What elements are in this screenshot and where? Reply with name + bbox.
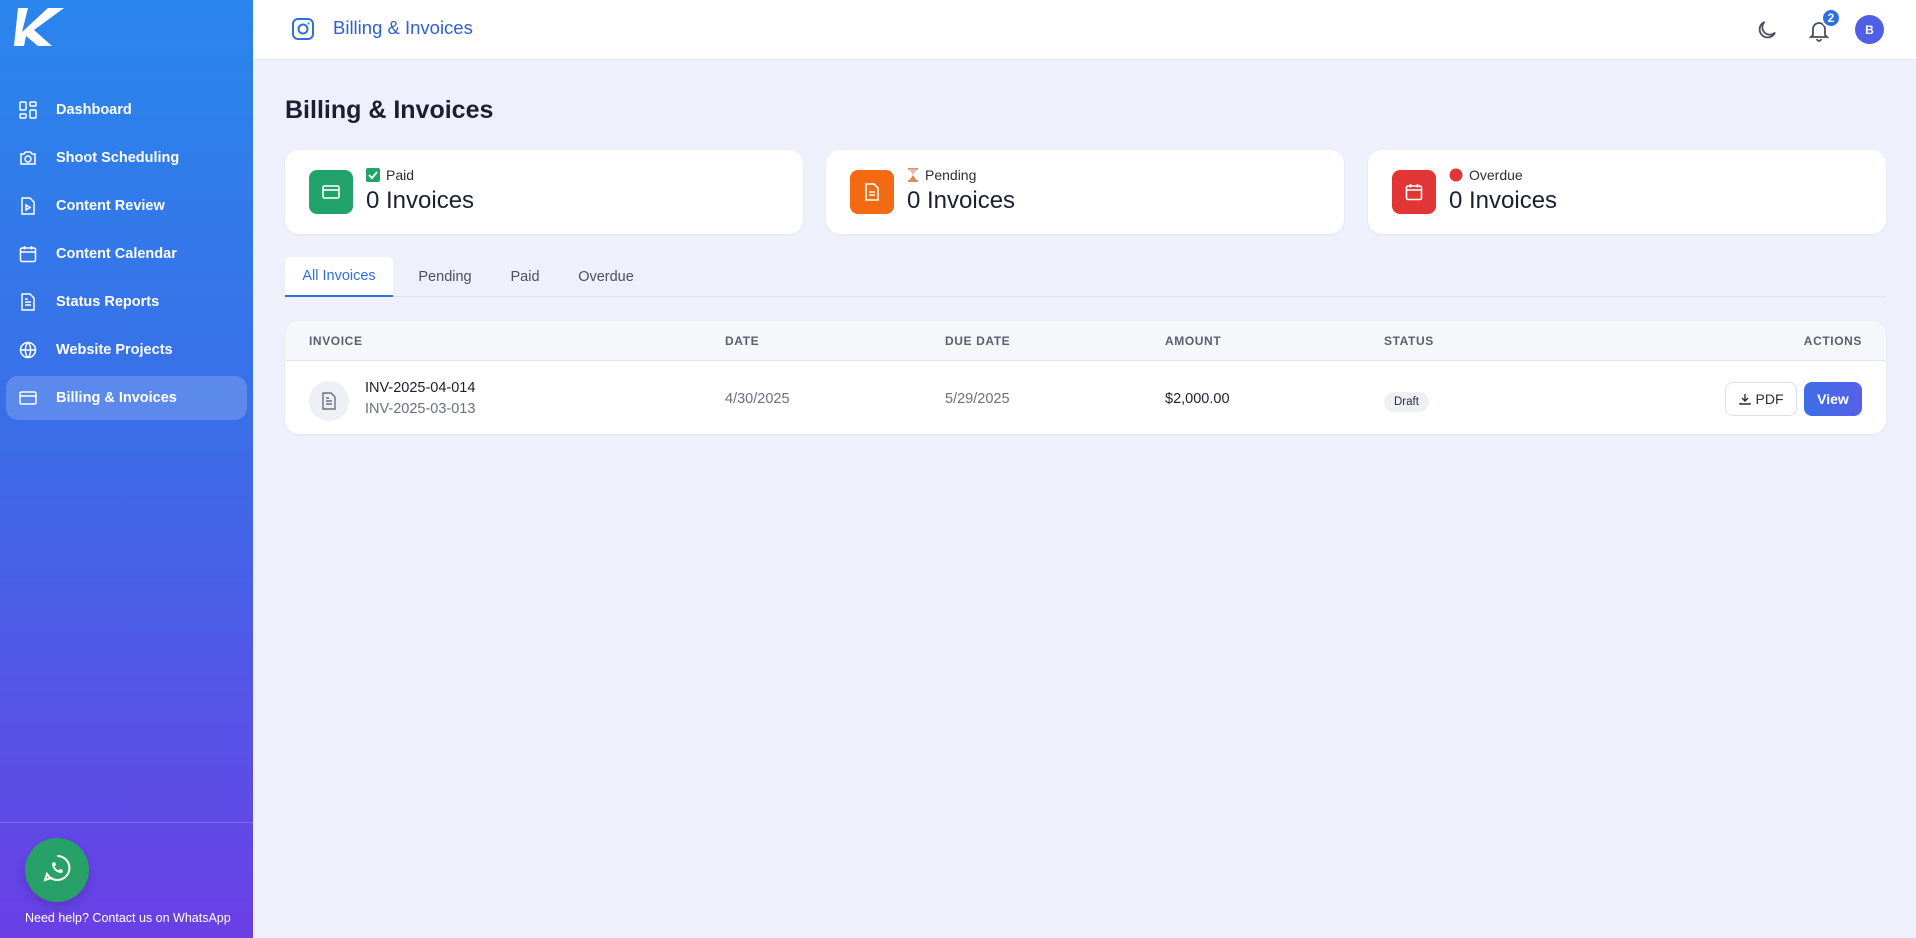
whatsapp-help-text[interactable]: Need help? Contact us on WhatsApp — [25, 911, 231, 925]
sidebar-item-label: Dashboard — [56, 102, 132, 118]
topbar: Billing & Invoices 2 B — [253, 0, 1916, 60]
globe-icon — [18, 340, 38, 360]
instagram-icon — [291, 17, 315, 41]
column-header-due-date: DUE DATE — [945, 334, 1011, 348]
sidebar-item-label: Website Projects — [56, 342, 173, 358]
sidebar-item-dashboard[interactable]: Dashboard — [6, 88, 247, 132]
pdf-button-label: PDF — [1755, 391, 1784, 407]
sidebar-item-billing-invoices[interactable]: Billing & Invoices — [6, 376, 247, 420]
invoice-due-date: 5/29/2025 — [945, 391, 1010, 407]
sidebar-item-label: Content Review — [56, 198, 165, 214]
paid-card-label: Paid — [366, 167, 414, 183]
paid-card-value: 0 Invoices — [366, 187, 475, 214]
sidebar-item-label: Content Calendar — [56, 246, 177, 262]
brand-logo[interactable] — [12, 6, 66, 50]
whatsapp-icon — [41, 852, 73, 889]
status-badge: Draft — [1384, 392, 1429, 412]
sidebar-item-content-review[interactable]: Content Review — [6, 184, 247, 228]
column-header-actions: ACTIONS — [1803, 334, 1862, 348]
invoice-amount: $2,000.00 — [1165, 391, 1230, 407]
tab-paid[interactable]: Paid — [495, 257, 555, 297]
table-row[interactable]: INV-2025-04-014 INV-2025-03-013 4/30/202… — [285, 361, 1886, 434]
sidebar-item-content-calendar[interactable]: Content Calendar — [6, 232, 247, 276]
invoices-table: INVOICE DATE DUE DATE AMOUNT STATUS ACTI… — [285, 321, 1886, 434]
tab-overdue[interactable]: Overdue — [565, 257, 647, 297]
overdue-summary-card: Overdue 0 Invoices — [1368, 150, 1886, 234]
card-label-text: Pending — [925, 167, 977, 183]
camera-icon — [18, 148, 38, 168]
overdue-card-label: Overdue — [1449, 167, 1523, 183]
red-dot-icon — [1449, 168, 1463, 182]
whatsapp-button[interactable] — [25, 838, 89, 902]
paid-summary-card: Paid 0 Invoices — [285, 150, 803, 234]
dark-mode-toggle-icon[interactable] — [1755, 18, 1779, 42]
sidebar-item-website-projects[interactable]: Website Projects — [6, 328, 247, 372]
tab-all-invoices[interactable]: All Invoices — [285, 257, 393, 297]
sidebar-nav: Dashboard Shoot Scheduling Content Revie… — [0, 88, 253, 424]
column-header-amount: AMOUNT — [1165, 334, 1222, 348]
download-icon — [1738, 393, 1751, 405]
column-header-date: DATE — [725, 334, 760, 348]
invoice-tabs: All Invoices Pending Paid Overdue — [285, 257, 1886, 297]
column-header-invoice: INVOICE — [309, 334, 363, 348]
download-pdf-button[interactable]: PDF — [1725, 382, 1797, 416]
user-avatar[interactable]: B — [1855, 15, 1884, 44]
pending-card-value: 0 Invoices — [907, 187, 1016, 214]
topbar-title: Billing & Invoices — [333, 17, 473, 38]
invoice-reference: INV-2025-03-013 — [365, 401, 476, 417]
page-title: Billing & Invoices — [285, 96, 494, 124]
summary-cards: Paid 0 Invoices Pending 0 Invoices Overd… — [285, 150, 1886, 234]
sidebar: Dashboard Shoot Scheduling Content Revie… — [0, 0, 253, 938]
invoice-document-icon — [309, 381, 349, 421]
play-document-icon — [18, 196, 38, 216]
sidebar-item-shoot-scheduling[interactable]: Shoot Scheduling — [6, 136, 247, 180]
credit-card-icon — [309, 170, 353, 214]
sidebar-item-label: Billing & Invoices — [56, 390, 177, 406]
pending-summary-card: Pending 0 Invoices — [826, 150, 1344, 234]
column-header-status: STATUS — [1384, 334, 1434, 348]
sidebar-item-status-reports[interactable]: Status Reports — [6, 280, 247, 324]
document-icon — [18, 292, 38, 312]
document-icon — [850, 170, 894, 214]
hourglass-icon — [907, 168, 919, 182]
card-label-text: Overdue — [1469, 167, 1523, 183]
view-invoice-button[interactable]: View — [1804, 382, 1862, 416]
notification-count-badge: 2 — [1821, 8, 1841, 28]
table-header: INVOICE DATE DUE DATE AMOUNT STATUS ACTI… — [285, 321, 1886, 361]
overdue-card-value: 0 Invoices — [1449, 187, 1558, 214]
credit-card-icon — [18, 388, 38, 408]
sidebar-divider — [0, 822, 253, 823]
check-box-icon — [366, 168, 380, 182]
tab-pending[interactable]: Pending — [405, 257, 485, 297]
pending-card-label: Pending — [907, 167, 976, 183]
invoice-date: 4/30/2025 — [725, 391, 790, 407]
dashboard-icon — [18, 100, 38, 120]
sidebar-item-label: Shoot Scheduling — [56, 150, 180, 166]
calendar-icon — [18, 244, 38, 264]
card-label-text: Paid — [386, 167, 415, 183]
invoice-number: INV-2025-04-014 — [365, 380, 476, 396]
calendar-icon — [1392, 170, 1436, 214]
sidebar-item-label: Status Reports — [56, 294, 160, 310]
